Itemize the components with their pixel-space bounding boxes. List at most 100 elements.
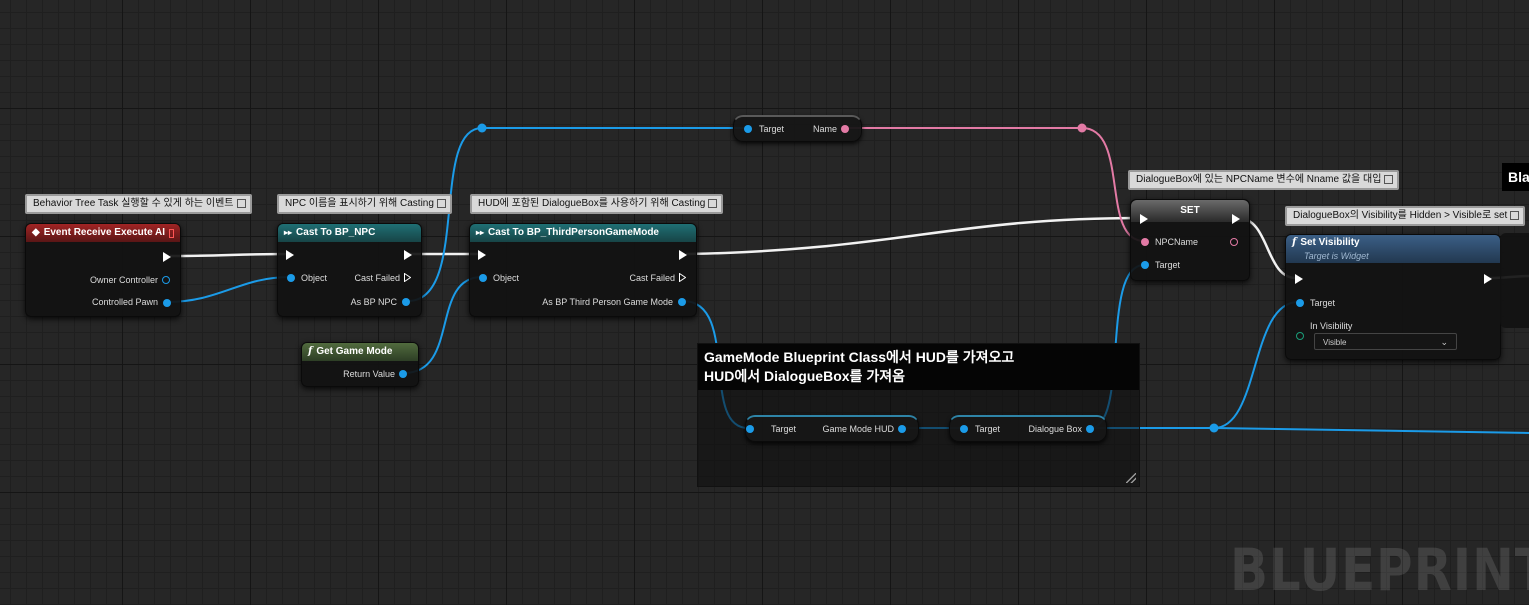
gamemode-hud-out-pin[interactable]: [898, 425, 906, 433]
reroute-knot: [1077, 123, 1087, 133]
npcname-out-pin[interactable]: [1230, 238, 1238, 246]
visibility-value: Visible: [1323, 338, 1347, 347]
controlled-pawn-label: Controlled Pawn: [91, 297, 158, 307]
controlled-pawn-pin[interactable]: [163, 299, 171, 307]
comment-bubble-cast-npc[interactable]: NPC 이름을 표시하기 위해 Casting: [277, 194, 452, 214]
name-label: Name: [812, 124, 837, 134]
exec-in-pin[interactable]: [478, 250, 486, 260]
as-gamemode-label: As BP Third Person Game Mode: [542, 297, 673, 307]
cast-arrows-icon: ▸▸: [476, 228, 485, 237]
object-pin[interactable]: [479, 274, 487, 282]
name-out-pin[interactable]: [841, 125, 849, 133]
node-subtitle: Target is Widget: [1304, 250, 1369, 261]
in-visibility-pin[interactable]: [1296, 332, 1304, 340]
node-header: ▸▸ Cast To BP_NPC: [278, 224, 421, 242]
resize-handle-icon[interactable]: [1126, 473, 1136, 483]
exec-in-pin[interactable]: [1295, 274, 1303, 284]
cast-failed-pin[interactable]: [679, 273, 686, 282]
get-gamemode-hud-node[interactable]: Target Game Mode HUD: [745, 415, 919, 442]
npcname-in-pin[interactable]: [1141, 238, 1149, 246]
function-f-icon: f: [1292, 236, 1297, 248]
event-receive-execute-ai-node[interactable]: ◆ Event Receive Execute AI Owner Control…: [25, 223, 181, 317]
exec-out-pin[interactable]: [404, 250, 412, 260]
node-title: Cast To BP_NPC: [296, 227, 376, 238]
node-title: Event Receive Execute AI: [43, 227, 166, 238]
comment-bubble-cast-gm[interactable]: HUD에 포함된 DialogueBox를 사용하기 위해 Casting: [470, 194, 724, 214]
comment-text: HUD에 포함된 DialogueBox를 사용하기 위해 Casting: [478, 198, 706, 209]
target-pin[interactable]: [960, 425, 968, 433]
wire-pawn-object: [166, 276, 291, 303]
set-visibility-node[interactable]: f Set Visibility Target is Widget Target…: [1285, 234, 1501, 360]
comment-group-title: GameMode Blueprint Class에서 HUD를 가져오고 HUD…: [698, 344, 1139, 390]
get-dialogue-box-node[interactable]: Target Dialogue Box: [949, 415, 1107, 442]
comment-bubble-set[interactable]: DialogueBox에 있는 NPCName 변수에 Nname 값을 대입: [1128, 170, 1400, 190]
offscreen-node[interactable]: [1500, 233, 1529, 328]
comment-text: NPC 이름을 표시하기 위해 Casting: [285, 198, 434, 209]
target-pin[interactable]: [746, 425, 754, 433]
owner-controller-pin[interactable]: [162, 276, 170, 284]
chevron-down-icon: ⌄: [1440, 337, 1448, 347]
target-label: Target: [759, 124, 785, 134]
node-title: Cast To BP_ThirdPersonGameMode: [488, 227, 659, 238]
target-pin[interactable]: [1296, 299, 1304, 307]
dialogue-box-out-pin[interactable]: [1086, 425, 1094, 433]
as-bp-npc-pin[interactable]: [402, 298, 410, 306]
node-header: ◆ Event Receive Execute AI: [26, 224, 180, 242]
target-label: Target: [975, 424, 1001, 434]
exec-in-pin[interactable]: [1140, 214, 1148, 224]
cast-failed-label: Cast Failed: [629, 273, 675, 283]
comment-text: Behavior Tree Task 실행할 수 있게 하는 이벤트: [33, 198, 234, 209]
node-header: f Get Game Mode: [302, 343, 418, 361]
as-gamemode-pin[interactable]: [678, 298, 686, 306]
node-header: f Set Visibility Target is Widget: [1286, 235, 1500, 263]
get-game-mode-node[interactable]: f Get Game Mode Return Value: [301, 342, 419, 387]
object-pin[interactable]: [287, 274, 295, 282]
target-label: Target: [1310, 298, 1336, 308]
blueprint-watermark: BLUEPRINT: [1230, 536, 1529, 604]
delegate-pin-icon[interactable]: [169, 228, 174, 238]
cutoff-comment: Bla: [1502, 163, 1529, 191]
comment-group-line-1: GameMode Blueprint Class에서 HUD를 가져오고: [704, 349, 1015, 365]
exec-in-pin[interactable]: [286, 250, 294, 260]
wire-box-out: [1213, 427, 1529, 434]
event-diamond-icon: ◆: [32, 227, 40, 238]
comment-text: DialogueBox에 있는 NPCName 변수에 Nname 값을 대입: [1136, 174, 1382, 185]
npcname-label: NPCName: [1155, 237, 1199, 247]
object-label: Object: [301, 273, 328, 283]
object-label: Object: [493, 273, 520, 283]
comment-text: DialogueBox의 Visibility를 Hidden > Visibl…: [1293, 210, 1508, 221]
node-header: ▸▸ Cast To BP_ThirdPersonGameMode: [470, 224, 696, 242]
node-title: Set Visibility: [1300, 236, 1360, 248]
exec-wire-event-castnpc: [169, 252, 290, 258]
exec-out-pin[interactable]: [1232, 214, 1240, 224]
comment-group-line-2: HUD에서 DialogueBox를 가져옴: [704, 368, 905, 384]
visibility-dropdown[interactable]: Visible ⌄: [1314, 333, 1457, 350]
gamemode-hud-label: Game Mode HUD: [822, 424, 894, 434]
get-name-node[interactable]: Target Name: [733, 115, 862, 142]
set-npcname-node[interactable]: SET NPCName Target: [1130, 199, 1250, 281]
exec-out-pin[interactable]: [1484, 274, 1492, 284]
reroute-knot: [477, 123, 487, 133]
return-value-label: Return Value: [343, 369, 395, 379]
cast-failed-pin[interactable]: [404, 273, 411, 282]
as-bp-npc-label: As BP NPC: [350, 297, 397, 307]
wire-name-npcname: [845, 127, 1145, 242]
target-pin[interactable]: [744, 125, 752, 133]
cast-failed-label: Cast Failed: [354, 273, 400, 283]
cast-to-gamemode-node[interactable]: ▸▸ Cast To BP_ThirdPersonGameMode Object…: [469, 223, 697, 317]
target-pin[interactable]: [1141, 261, 1149, 269]
reroute-knot: [1209, 423, 1219, 433]
dialogue-box-label: Dialogue Box: [1028, 424, 1082, 434]
cutoff-text: Bla: [1508, 169, 1529, 185]
owner-controller-label: Owner Controller: [89, 275, 158, 285]
function-f-icon: f: [308, 346, 313, 357]
comment-bubble-visibility[interactable]: DialogueBox의 Visibility를 Hidden > Visibl…: [1285, 206, 1526, 226]
exec-out-pin[interactable]: [163, 252, 171, 262]
exec-out-pin[interactable]: [679, 250, 687, 260]
target-label: Target: [1155, 260, 1181, 270]
cast-to-bp-npc-node[interactable]: ▸▸ Cast To BP_NPC Object Cast Failed As …: [277, 223, 422, 317]
comment-bubble-event[interactable]: Behavior Tree Task 실행할 수 있게 하는 이벤트: [25, 194, 252, 214]
cast-arrows-icon: ▸▸: [284, 228, 293, 237]
return-value-pin[interactable]: [399, 370, 407, 378]
exec-wire-castgm-set: [685, 216, 1143, 256]
